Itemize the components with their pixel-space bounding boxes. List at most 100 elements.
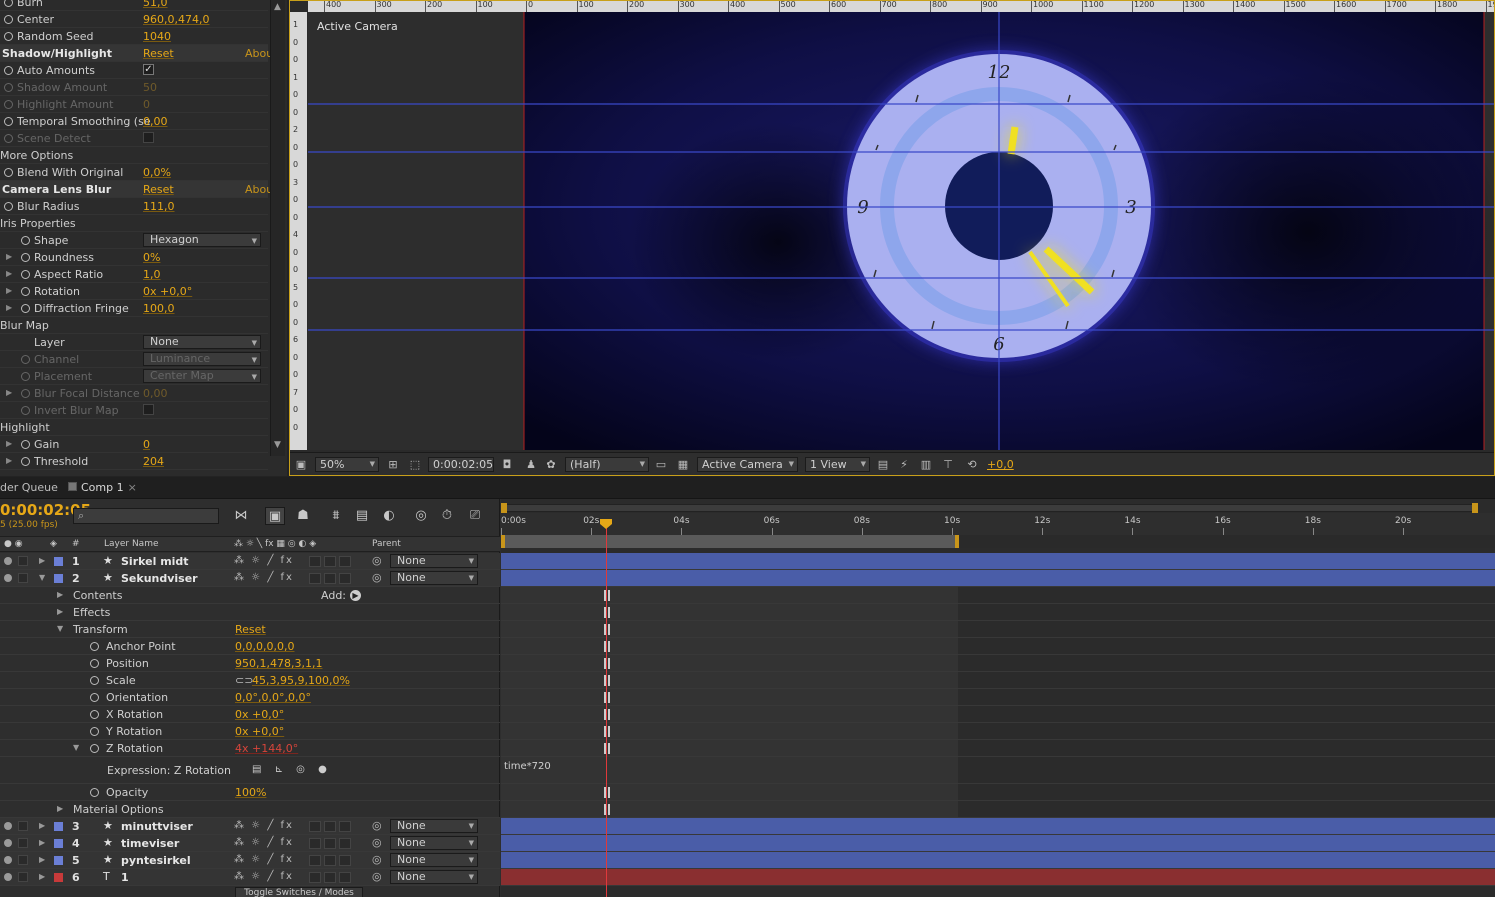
layer-name[interactable]: timeviser <box>121 837 179 850</box>
reset-exposure-icon[interactable]: ⟲ <box>965 458 979 471</box>
layer-duration-bar[interactable] <box>501 570 1495 587</box>
stopwatch-icon[interactable] <box>4 202 13 211</box>
property-row[interactable]: Expression: Z Rotation ▤ ⊾ ◎ ● <box>0 757 500 784</box>
solo-switch[interactable] <box>18 855 28 865</box>
effect-property-value[interactable]: 0,0% <box>143 166 171 179</box>
3d-layer-switch[interactable] <box>339 556 351 567</box>
layer-duration-bar[interactable] <box>501 818 1495 835</box>
horizontal-ruler[interactable]: 400 300 200 100 0 100 200 300 400 500 600 700 800 900… <box>308 1 1494 12</box>
layer-row[interactable]: ▶ 4 ★ timeviser ⁂ ☼ ╱ fx ◎ None <box>0 835 500 852</box>
work-area-bar[interactable] <box>501 535 1495 548</box>
property-value[interactable]: 0,0,0,0,0,0 <box>235 640 294 653</box>
effect-property-value[interactable]: 960,0,474,0 <box>143 13 209 26</box>
pick-whip-icon[interactable]: ◎ <box>372 554 382 567</box>
effect-controls-scrollbar[interactable]: ▲ ▼ <box>270 0 285 456</box>
about-link[interactable]: Abou <box>245 47 273 60</box>
stopwatch-icon[interactable] <box>90 693 99 702</box>
property-row[interactable]: X Rotation 0x +0,0° <box>0 706 500 723</box>
property-row[interactable]: Anchor Point 0,0,0,0,0,0 <box>0 638 500 655</box>
switch-box[interactable] <box>309 556 321 567</box>
stopwatch-icon[interactable] <box>90 788 99 797</box>
auto-keyframe-icon[interactable]: ⏱ <box>437 507 457 525</box>
label-color-swatch[interactable] <box>54 557 63 566</box>
switch-box[interactable] <box>324 872 336 883</box>
layer-switches[interactable]: ⁂ ☼ ╱ fx <box>234 820 294 831</box>
stopwatch-icon[interactable] <box>4 100 13 109</box>
eye-icon[interactable] <box>4 557 12 565</box>
composition-canvas[interactable]: 12 3 6 9 Active Camera <box>308 12 1494 450</box>
effect-property-value[interactable]: 0x +0,0° <box>143 285 192 298</box>
expand-triangle-icon[interactable]: ▶ <box>39 838 45 847</box>
switch-box[interactable] <box>309 573 321 584</box>
stopwatch-icon[interactable] <box>4 0 13 7</box>
work-area-range[interactable] <box>501 535 959 548</box>
keyframe-marker[interactable] <box>604 658 610 669</box>
effect-property-value[interactable]: 0,00 <box>143 115 168 128</box>
layer-switches[interactable]: ⁂ ☼ ╱ fx <box>234 871 294 882</box>
property-row[interactable]: Scale ⊂⊃ 45,3,95,9,100,0% <box>0 672 500 689</box>
label-color-swatch[interactable] <box>54 822 63 831</box>
effect-property-value[interactable]: 1,0 <box>143 268 161 281</box>
resolution-dropdown[interactable]: (Half) <box>565 457 649 472</box>
stopwatch-icon[interactable] <box>21 389 30 398</box>
property-row[interactable]: ▶ Effects <box>0 604 500 621</box>
layer-row[interactable]: ▶ 5 ★ pyntesirkel ⁂ ☼ ╱ fx ◎ None <box>0 852 500 869</box>
switch-box[interactable] <box>324 573 336 584</box>
property-value[interactable]: 45,3,95,9,100,0% <box>252 674 350 687</box>
current-time-indicator[interactable] <box>606 523 607 897</box>
constrain-proportions-icon[interactable]: ⊂⊃ <box>235 674 253 687</box>
3d-layer-switch[interactable] <box>339 573 351 584</box>
keyframe-marker[interactable] <box>604 641 610 652</box>
layer-switches[interactable]: ⁂ ☼ ╱ fx <box>234 837 294 848</box>
solo-switch[interactable] <box>18 573 28 583</box>
effect-dropdown[interactable]: None <box>143 335 261 349</box>
layer-duration-bar[interactable] <box>501 852 1495 869</box>
property-row[interactable]: ▶ Contents Add: ▶ <box>0 587 500 604</box>
switch-box[interactable] <box>324 821 336 832</box>
keyframe-marker[interactable] <box>604 607 610 618</box>
frame-blending-icon[interactable]: ⩩ <box>326 507 346 525</box>
stopwatch-icon[interactable] <box>21 406 30 415</box>
3d-layer-switch[interactable] <box>339 821 351 832</box>
fast-previews-icon[interactable]: ⚡ <box>897 458 911 471</box>
pick-whip-icon[interactable]: ◎ <box>372 836 382 849</box>
property-value[interactable]: 0x +0,0° <box>235 708 284 721</box>
keyframe-marker[interactable] <box>604 726 610 737</box>
effect-property-value[interactable]: 51,0 <box>143 0 168 9</box>
switch-box[interactable] <box>324 556 336 567</box>
effect-property-value[interactable]: 50 <box>143 81 157 94</box>
stopwatch-icon[interactable] <box>90 642 99 651</box>
solo-switch[interactable] <box>18 556 28 566</box>
pixel-aspect-icon[interactable]: ▤ <box>876 458 890 471</box>
label-color-swatch[interactable] <box>54 873 63 882</box>
stopwatch-icon[interactable] <box>4 66 13 75</box>
keyframe-marker[interactable] <box>604 709 610 720</box>
layer-switches[interactable]: ⁂ ☼ ╱ fx <box>234 572 294 583</box>
property-value[interactable]: 100% <box>235 786 266 799</box>
parent-dropdown[interactable]: None <box>390 853 478 867</box>
switch-box[interactable] <box>309 821 321 832</box>
effect-property-value[interactable]: 100,0 <box>143 302 175 315</box>
pick-whip-icon[interactable]: ◎ <box>372 853 382 866</box>
layer-name[interactable]: 1 <box>121 871 129 884</box>
property-value[interactable]: 0x +0,0° <box>235 725 284 738</box>
expand-triangle-icon[interactable]: ▶ <box>57 607 63 616</box>
keyframe-marker[interactable] <box>604 624 610 635</box>
stopwatch-icon[interactable] <box>4 117 13 126</box>
effect-dropdown[interactable]: Hexagon <box>143 233 261 247</box>
motion-blur-icon[interactable]: ▤ <box>352 507 372 525</box>
time-ruler[interactable]: 0:00s 02s 04s 06s 08s 10s 12s 14s 16s 18s 20s <box>501 513 1495 537</box>
parent-dropdown[interactable]: None <box>390 870 478 884</box>
stopwatch-icon[interactable] <box>21 253 30 262</box>
stopwatch-icon[interactable] <box>21 355 30 364</box>
layer-duration-bar[interactable] <box>501 553 1495 570</box>
expand-triangle-icon[interactable]: ▶ <box>6 252 12 261</box>
timeline-icon[interactable]: ▥ <box>919 458 933 471</box>
eye-icon[interactable] <box>4 873 12 881</box>
layer-row[interactable]: ▶ 6 T 1 ⁂ ☼ ╱ fx ◎ None <box>0 869 500 886</box>
tab-render-queue[interactable]: der Queue <box>0 481 58 494</box>
keyframe-marker[interactable] <box>604 804 610 815</box>
layer-search-input[interactable]: ⌕ <box>73 508 219 524</box>
effect-checkbox[interactable] <box>143 132 154 143</box>
keyframe-marker[interactable] <box>604 743 610 754</box>
